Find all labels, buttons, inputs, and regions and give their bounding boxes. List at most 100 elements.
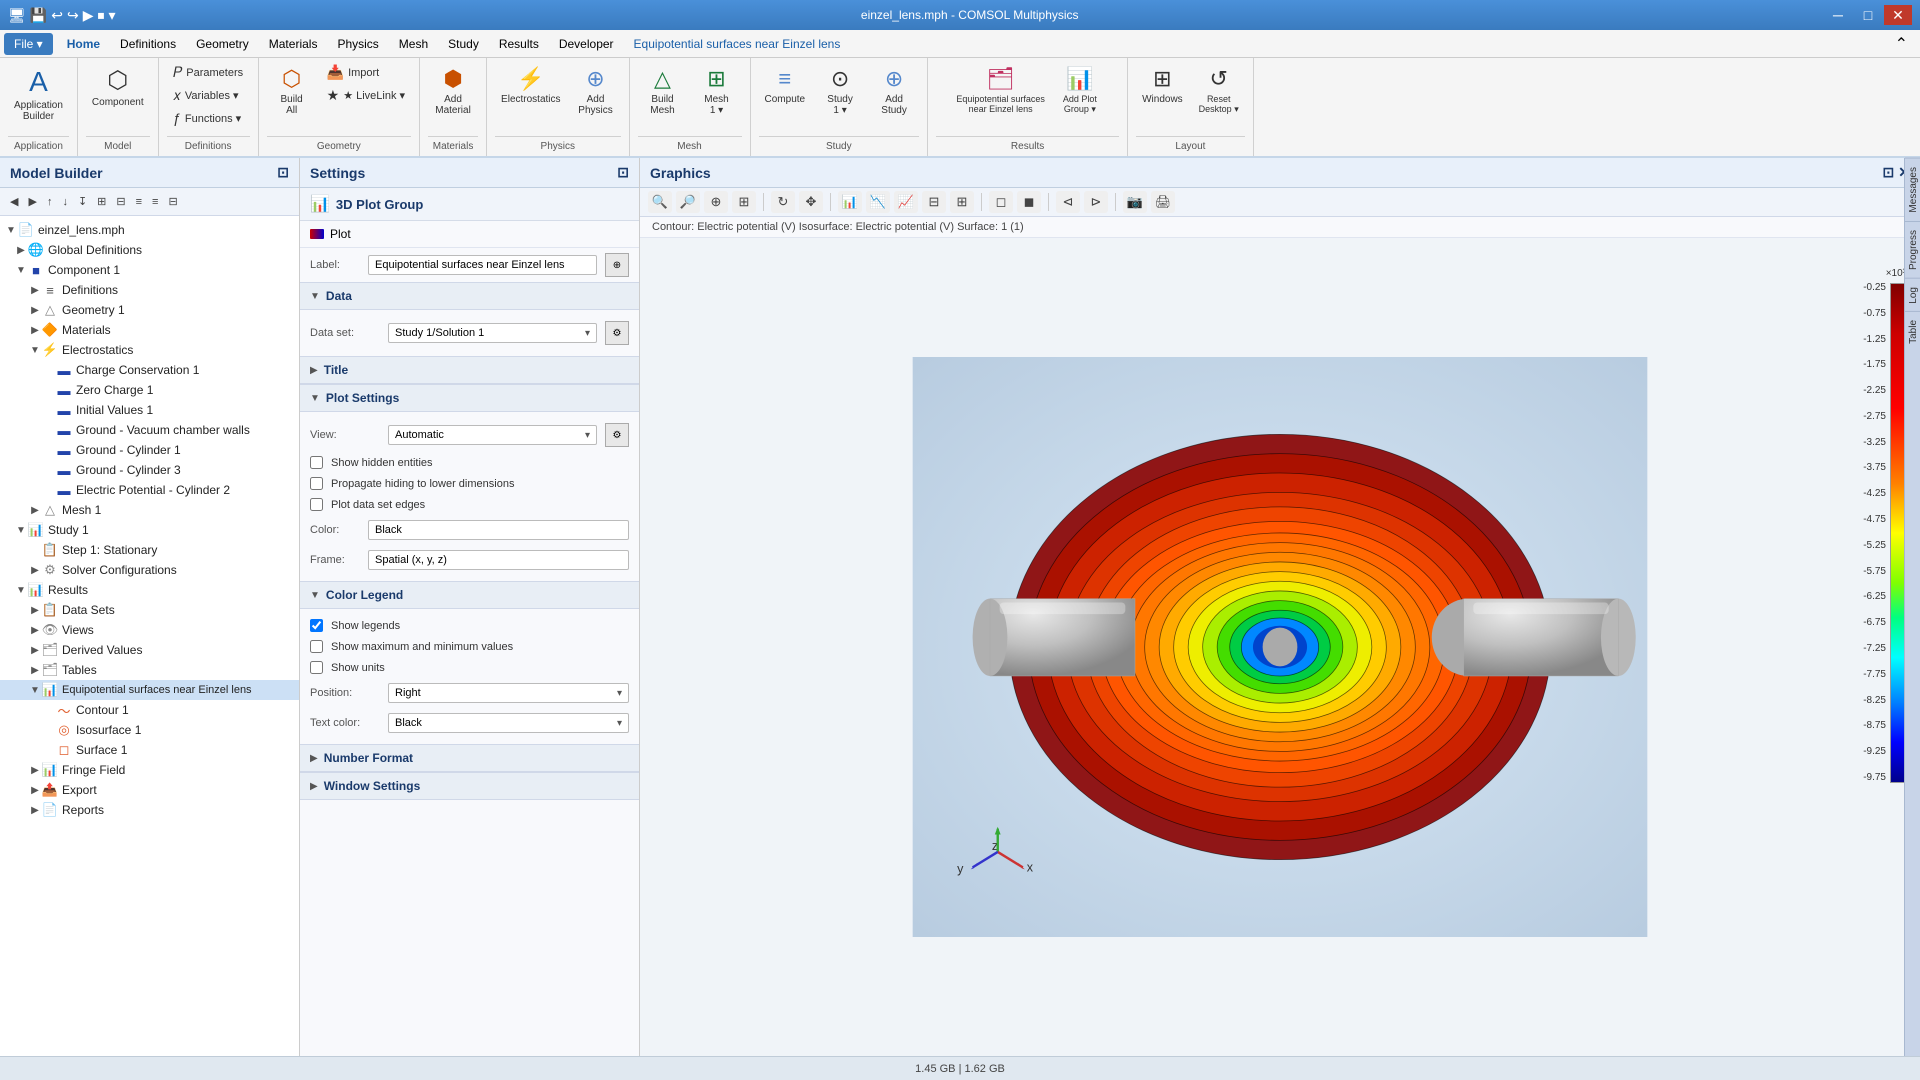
tree-item-elec-pot[interactable]: ▬ Electric Potential - Cylinder 2 — [0, 480, 299, 500]
tree-toggle-root[interactable]: ▼ — [4, 225, 18, 236]
application-builder-button[interactable]: A ApplicationBuilder — [8, 62, 69, 126]
mb-down[interactable]: ↓ — [58, 192, 72, 211]
menu-home[interactable]: Home — [57, 33, 110, 55]
mb-collapse[interactable]: ⊟ — [112, 192, 129, 211]
study1-button[interactable]: ⊙ Study1 ▾ — [815, 62, 865, 120]
propagate-checkbox[interactable] — [310, 477, 323, 490]
tree-item-views[interactable]: ▶ 👁 Views — [0, 620, 299, 640]
title-section-header[interactable]: ▶ Title — [300, 356, 639, 384]
tree-item-init-vals[interactable]: ▬ Initial Values 1 — [0, 400, 299, 420]
graphics-canvas[interactable]: z x y ×10³ -0.25-0.75-1.25-1.75-2.25-2.7… — [640, 238, 1920, 1056]
view-settings-btn[interactable]: ⚙ — [605, 423, 629, 447]
tree-toggle-comp1[interactable]: ▼ — [14, 265, 28, 276]
tree-item-datasets[interactable]: ▶ 📋 Data Sets — [0, 600, 299, 620]
pan-button[interactable]: ✥ — [799, 191, 823, 213]
tree-toggle-tables[interactable]: ▶ — [28, 665, 42, 676]
tree-item-isosurface1[interactable]: ◎ Isosurface 1 — [0, 720, 299, 740]
mb-move-to[interactable]: ↧ — [74, 192, 91, 211]
quick-access-save[interactable]: 💾 — [30, 7, 47, 24]
tree-toggle-mesh1[interactable]: ▶ — [28, 505, 42, 516]
plot-dataset-edges-checkbox[interactable] — [310, 498, 323, 511]
menu-study[interactable]: Study — [438, 33, 489, 55]
tree-item-charge-cons[interactable]: ▬ Charge Conservation 1 — [0, 360, 299, 380]
tree-item-equipotential[interactable]: ▼ 📊 Equipotential surfaces near Einzel l… — [0, 680, 299, 700]
minimize-button[interactable]: ─ — [1824, 5, 1852, 25]
mb-list3[interactable]: ⊟ — [164, 192, 181, 211]
tree-item-ground-vacuum[interactable]: ▬ Ground - Vacuum chamber walls — [0, 420, 299, 440]
tree-toggle-views[interactable]: ▶ — [28, 625, 42, 636]
wireframe-button[interactable]: ◻ — [989, 191, 1013, 213]
line-graph-button[interactable]: 📉 — [866, 191, 890, 213]
tree-toggle-materials[interactable]: ▶ — [28, 325, 42, 336]
quick-access-more[interactable]: ▾ — [108, 7, 115, 24]
mb-list1[interactable]: ≡ — [132, 192, 146, 211]
position-dropdown[interactable]: Right ▾ — [388, 683, 629, 703]
add-plot-group-button[interactable]: 📊 Add PlotGroup ▾ — [1055, 62, 1105, 119]
label-input-btn[interactable]: ⊕ — [605, 253, 629, 277]
tree-item-ground-cyl3[interactable]: ▬ Ground - Cylinder 3 — [0, 460, 299, 480]
tree-item-tables[interactable]: ▶ 🗂 Tables — [0, 660, 299, 680]
tree-toggle-equip[interactable]: ▼ — [28, 685, 42, 696]
menu-equipotential[interactable]: Equipotential surfaces near Einzel lens — [624, 33, 851, 55]
zoom-in-button[interactable]: 🔍 — [648, 191, 672, 213]
tree-toggle-results[interactable]: ▼ — [14, 585, 28, 596]
file-menu[interactable]: File ▾ — [4, 33, 53, 55]
maximize-button[interactable]: □ — [1854, 5, 1882, 25]
tree-item-mesh1[interactable]: ▶ △ Mesh 1 — [0, 500, 299, 520]
table-button[interactable]: ⊟ — [922, 191, 946, 213]
tree-item-derived[interactable]: ▶ 🗂 Derived Values — [0, 640, 299, 660]
tree-item-surface1[interactable]: ◻ Surface 1 — [0, 740, 299, 760]
text-color-dropdown[interactable]: Black ▾ — [388, 713, 629, 733]
bar-graph-button[interactable]: 📈 — [894, 191, 918, 213]
menu-developer[interactable]: Developer — [549, 33, 624, 55]
show-hidden-checkbox[interactable] — [310, 456, 323, 469]
tree-item-results[interactable]: ▼ 📊 Results — [0, 580, 299, 600]
screenshot-button[interactable]: 📷 — [1123, 191, 1147, 213]
plot-settings-section-header[interactable]: ▼ Plot Settings — [300, 384, 639, 412]
tree-toggle-datasets[interactable]: ▶ — [28, 605, 42, 616]
tree-item-root[interactable]: ▼ 📄 einzel_lens.mph — [0, 220, 299, 240]
component-button[interactable]: ⬡ Component — [86, 62, 150, 112]
tree-toggle-study1[interactable]: ▼ — [14, 525, 28, 536]
close-button[interactable]: ✕ — [1884, 5, 1912, 25]
tree-item-fringe[interactable]: ▶ 📊 Fringe Field — [0, 760, 299, 780]
equipotential-result-button[interactable]: 🗂 Equipotential surfacesnear Einzel lens — [950, 62, 1051, 118]
tree-toggle-geom1[interactable]: ▶ — [28, 305, 42, 316]
tree-toggle-derived[interactable]: ▶ — [28, 645, 42, 656]
windows-button[interactable]: ⊞ Windows — [1136, 62, 1189, 109]
tree-toggle-fringe[interactable]: ▶ — [28, 765, 42, 776]
menu-results[interactable]: Results — [489, 33, 549, 55]
graphics-detach[interactable]: ⊡ — [1883, 164, 1895, 181]
table-tab[interactable]: Table — [1905, 311, 1920, 352]
view-dropdown[interactable]: Automatic ▾ — [388, 425, 597, 445]
number-format-section-header[interactable]: ▶ Number Format — [300, 744, 639, 772]
tree-item-elec[interactable]: ▼ ⚡ Electrostatics — [0, 340, 299, 360]
expand-ribbon[interactable]: ⌃ — [1887, 34, 1916, 54]
color-legend-section-header[interactable]: ▼ Color Legend — [300, 581, 639, 609]
zoom-selection-button[interactable]: ⊞ — [732, 191, 756, 213]
data-section-header[interactable]: ▼ Data — [300, 282, 639, 310]
compute-button[interactable]: ≡ Compute — [759, 62, 812, 109]
tree-item-global[interactable]: ▶ 🌐 Global Definitions — [0, 240, 299, 260]
mb-expand[interactable]: ⊞ — [93, 192, 110, 211]
frame-input[interactable] — [368, 550, 629, 570]
menu-geometry[interactable]: Geometry — [186, 33, 259, 55]
grid-button[interactable]: ⊞ — [950, 191, 974, 213]
show-legends-checkbox[interactable] — [310, 619, 323, 632]
mb-up[interactable]: ↑ — [43, 192, 57, 211]
tree-item-geom1[interactable]: ▶ △ Geometry 1 — [0, 300, 299, 320]
dataset-settings-btn[interactable]: ⚙ — [605, 321, 629, 345]
functions-button[interactable]: ƒ Functions ▾ — [167, 108, 249, 128]
quick-access-undo[interactable]: ↩ — [51, 7, 63, 24]
tree-toggle-elec[interactable]: ▼ — [28, 345, 42, 356]
tree-item-solver-configs[interactable]: ▶ ⚙ Solver Configurations — [0, 560, 299, 580]
progress-tab[interactable]: Progress — [1905, 221, 1920, 278]
prev-button[interactable]: ⊲ — [1056, 191, 1080, 213]
window-settings-section-header[interactable]: ▶ Window Settings — [300, 772, 639, 800]
menu-definitions[interactable]: Definitions — [110, 33, 186, 55]
electrostatics-button[interactable]: ⚡ Electrostatics — [495, 62, 566, 109]
print-button[interactable]: 🖨 — [1151, 191, 1175, 213]
quick-access-run[interactable]: ▶ — [83, 7, 94, 24]
dataset-dropdown[interactable]: Study 1/Solution 1 ▾ — [388, 323, 597, 343]
quick-access-redo[interactable]: ↪ — [67, 7, 79, 24]
